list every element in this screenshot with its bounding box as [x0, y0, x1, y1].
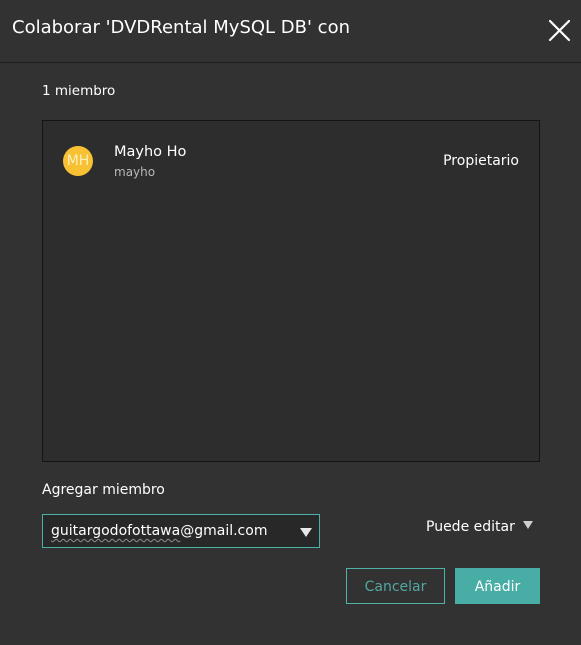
cancel-button[interactable]: Cancelar [346, 568, 445, 604]
member-row: MH Mayho Ho mayho Propietario [43, 121, 539, 201]
member-name: Mayho Ho [114, 144, 187, 160]
member-count: 1 miembro [42, 83, 116, 99]
member-role: Propietario [443, 153, 519, 169]
member-list: MH Mayho Ho mayho Propietario [42, 120, 540, 462]
avatar: MH [63, 146, 93, 176]
email-input-value[interactable]: guitargodofottawa@gmail.com [51, 522, 267, 540]
close-icon [548, 19, 571, 42]
caret-down-icon [522, 521, 533, 529]
caret-down-icon[interactable] [300, 528, 312, 537]
permission-dropdown[interactable]: Puede editar [426, 516, 533, 536]
email-local-part: guitargodofottawa [51, 523, 181, 539]
dialog-title: Colaborar 'DVDRental MySQL DB' con [12, 17, 350, 38]
add-button[interactable]: Añadir [455, 568, 540, 604]
email-combobox[interactable]: guitargodofottawa@gmail.com [42, 514, 320, 548]
member-username: mayho [114, 165, 156, 179]
close-button[interactable] [544, 16, 574, 46]
collaborate-dialog: Colaborar 'DVDRental MySQL DB' con 1 mie… [0, 0, 581, 645]
email-domain-part: @gmail.com [180, 523, 268, 539]
permission-value: Puede editar [426, 519, 515, 535]
dialog-header: Colaborar 'DVDRental MySQL DB' con [0, 0, 581, 63]
add-member-label: Agregar miembro [42, 482, 165, 498]
